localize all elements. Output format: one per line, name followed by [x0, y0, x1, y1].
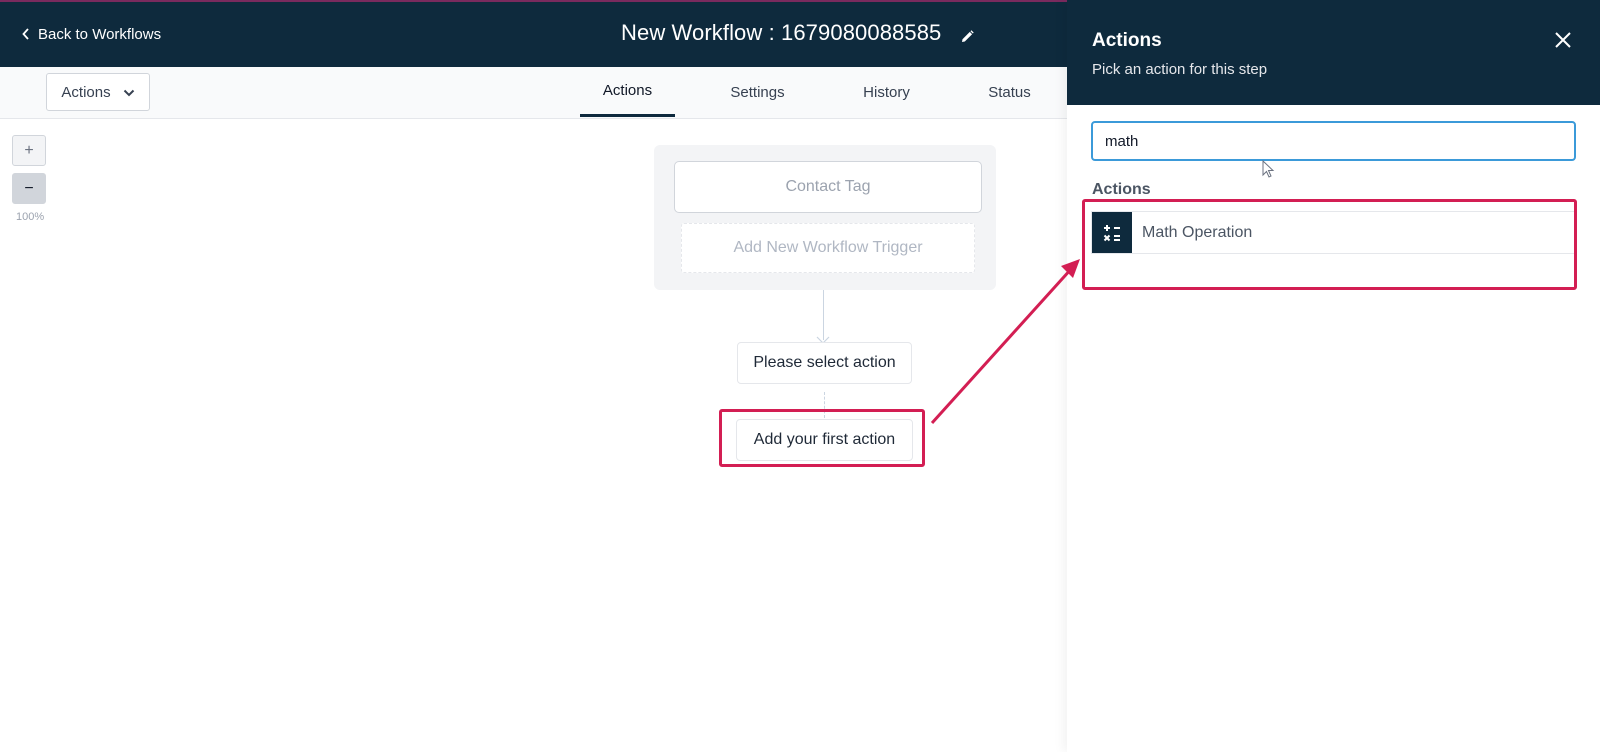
zoom-out-button[interactable]: −	[12, 173, 46, 204]
tab-actions[interactable]: Actions	[580, 67, 675, 117]
tab-settings-label: Settings	[730, 83, 785, 101]
panel-subtitle: Pick an action for this step	[1092, 61, 1268, 78]
actions-side-panel: Actions Pick an action for this step Act…	[1067, 0, 1600, 752]
tab-history[interactable]: History	[839, 67, 934, 117]
panel-header: Actions Pick an action for this step	[1067, 0, 1600, 105]
zoom-in-button[interactable]: +	[12, 135, 46, 166]
close-icon[interactable]	[1551, 28, 1575, 52]
trigger-group: Contact Tag Add New Workflow Trigger	[654, 145, 996, 290]
toolbar: Actions Actions Settings History Status	[0, 67, 1067, 119]
select-action-label: Please select action	[753, 354, 896, 371]
tab-actions-label: Actions	[602, 82, 653, 99]
back-label: Back to Workflows	[38, 26, 162, 43]
plus-icon: +	[24, 141, 34, 159]
select-action-node[interactable]: Please select action	[737, 342, 912, 384]
actions-dropdown-label: Actions	[61, 83, 111, 101]
add-trigger-button[interactable]: Add New Workflow Trigger	[681, 223, 975, 273]
trigger-label: Contact Tag	[785, 178, 871, 195]
dashed-connector	[824, 392, 825, 418]
zoom-level: 100%	[16, 211, 45, 223]
pencil-icon[interactable]	[959, 25, 975, 42]
add-first-action-node[interactable]: Add your first action	[736, 419, 913, 461]
actions-dropdown[interactable]: Actions	[46, 73, 150, 111]
trigger-contact-tag[interactable]: Contact Tag	[674, 161, 982, 213]
add-trigger-label: Add New Workflow Trigger	[733, 239, 923, 256]
action-result-label: Math Operation	[1142, 223, 1253, 241]
first-action-label: Add your first action	[753, 431, 896, 448]
tab-status-label: Status	[988, 83, 1031, 101]
minus-icon: −	[24, 179, 34, 197]
tab-status[interactable]: Status	[962, 67, 1057, 117]
calculator-icon	[1092, 212, 1132, 253]
tab-settings[interactable]: Settings	[710, 67, 805, 117]
chevron-left-icon	[22, 27, 30, 43]
action-search-input[interactable]	[1091, 121, 1576, 161]
chevron-down-icon	[123, 84, 135, 101]
actions-section-label: Actions	[1092, 181, 1151, 198]
workflow-builder: Back to Workflows New Workflow : 1679080…	[0, 0, 1600, 752]
action-result-math-operation[interactable]: Math Operation	[1091, 211, 1576, 254]
back-to-workflows-link[interactable]: Back to Workflows	[22, 26, 161, 43]
tab-history-label: History	[863, 83, 910, 101]
panel-title: Actions	[1092, 30, 1162, 51]
workflow-title-text: New Workflow : 1679080088585	[621, 20, 942, 45]
workflow-title: New Workflow : 1679080088585	[621, 20, 975, 46]
